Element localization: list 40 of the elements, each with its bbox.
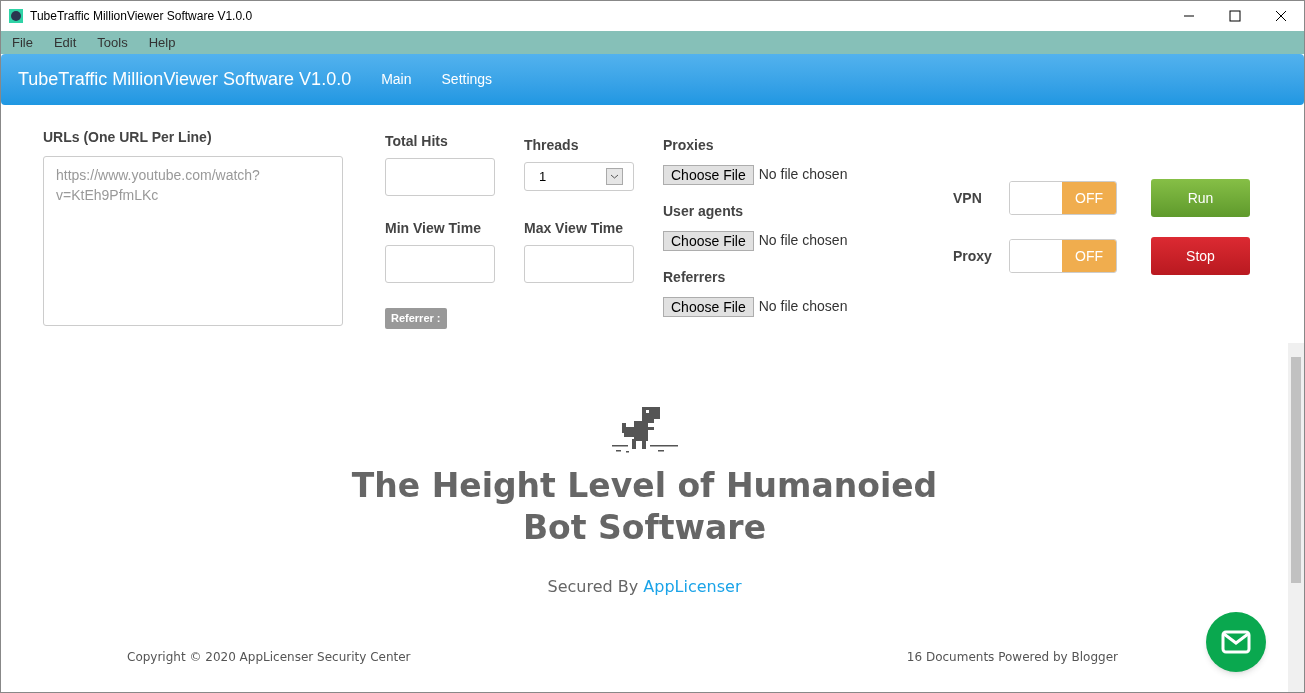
menu-item[interactable]: Edit <box>53 32 77 53</box>
email-button[interactable] <box>1206 612 1266 672</box>
urls-field[interactable]: https://www.youtube.com/watch?v=KtEh9PfmLKc <box>43 156 343 326</box>
menu-item[interactable]: Help <box>148 32 176 53</box>
field-label: Threads <box>524 136 580 155</box>
field-label: Referrers <box>663 268 727 287</box>
copyright-text: Copyright © 2020 AppLicenser Security Center <box>127 649 411 666</box>
field-label: Total Hits <box>385 132 449 151</box>
stop-button[interactable]: Stop <box>1151 237 1250 275</box>
dinosaur-drawing <box>611 407 678 453</box>
max-view-time-field[interactable] <box>524 245 634 283</box>
window-title: TubeTraffic MillionViewer Software V1.0.0 <box>30 8 253 25</box>
secured-by-text: Secured By AppLicenser <box>547 576 742 598</box>
choose-file-button[interactable]: Choose File <box>663 230 754 251</box>
field-label: Max View Time <box>524 219 625 238</box>
scrollbar[interactable] <box>1288 343 1304 692</box>
headline: The Height Level of Humanoied Bot Software <box>350 465 939 549</box>
menu-item[interactable]: Tools <box>97 32 128 53</box>
choose-file-button[interactable]: Choose File <box>663 296 754 317</box>
envelope-icon <box>1221 630 1251 654</box>
menu-item[interactable]: File <box>12 32 33 53</box>
file-status: No file chosen <box>758 231 848 250</box>
maximize-icon[interactable] <box>1229 10 1241 22</box>
file-status: No file chosen <box>758 297 848 316</box>
referrer-label: Referrer : <box>385 308 447 329</box>
field-label: Proxies <box>663 136 715 155</box>
field-label: Min View Time <box>385 219 482 238</box>
file-status: No file chosen <box>758 165 848 184</box>
close-icon[interactable] <box>1275 10 1287 22</box>
min-view-time-field[interactable] <box>385 245 495 283</box>
app-icon <box>9 9 23 23</box>
switch-label: VPN <box>953 188 983 208</box>
threads-dropdown[interactable]: 1 <box>524 162 634 191</box>
switch-label: Proxy <box>953 246 993 266</box>
field-label: User agents <box>663 202 745 221</box>
total-hits-field[interactable] <box>385 158 495 196</box>
field-label: URLs (One URL Per Line) <box>43 128 213 147</box>
chevron-down-icon <box>606 168 623 185</box>
choose-file-button[interactable]: Choose File <box>663 164 754 185</box>
footer-text: 16 Documents Powered by Blogger <box>906 649 1118 666</box>
